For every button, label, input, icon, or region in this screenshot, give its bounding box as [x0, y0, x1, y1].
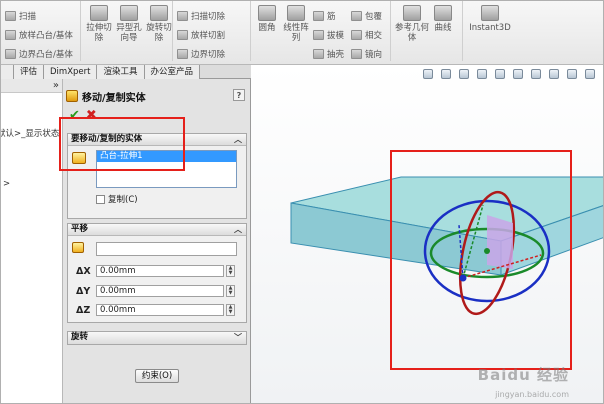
- shell-button[interactable]: 抽壳: [313, 48, 344, 60]
- panel-title: 移动/复制实体 ?: [66, 87, 247, 105]
- extrude-cut-button[interactable]: 拉伸切除: [85, 5, 113, 43]
- move-copy-body-panel: 移动/复制实体 ? ✔ ✖ 要移动/复制的实体 ︿ 凸台-拉伸1 复制(C) 平移…: [59, 79, 251, 403]
- boundary-cut-icon: [177, 49, 188, 59]
- help-icon[interactable]: ?: [233, 89, 245, 101]
- delta-x-spinner[interactable]: ▲ ▼: [226, 265, 235, 277]
- delta-z-input[interactable]: 0.00mm: [96, 304, 224, 316]
- reference-geometry-icon: [403, 5, 421, 21]
- wrap-button[interactable]: 包覆: [351, 10, 382, 22]
- command-manager-tabs: 评估 DimXpert 渲染工具 办公室产品: [1, 65, 251, 79]
- extrude-cut-icon: [90, 5, 108, 21]
- loft-icon: [5, 30, 16, 40]
- instant3d-icon: [481, 5, 499, 21]
- ribbon-group-boss: 扫描 放样凸台/基体 边界凸台/基体: [1, 1, 81, 61]
- rib-icon: [313, 11, 324, 21]
- ribbon-group-features: 圆角 线性阵列 筋 拔模 抽壳 包覆 相交 镜向: [251, 1, 391, 61]
- watermark-url: jingyan.baidu.com: [495, 390, 569, 399]
- move-copy-icon: [66, 90, 78, 102]
- features-ribbon: 扫描 放样凸台/基体 边界凸台/基体 拉伸切除 异型孔向导 旋转切除 扫描切除 …: [1, 1, 603, 65]
- hole-wizard-icon: [120, 5, 138, 21]
- boundary-boss-button[interactable]: 边界凸台/基体: [5, 48, 73, 60]
- highlight-annotation: [390, 150, 572, 370]
- translate-reference-icon: [72, 242, 84, 253]
- delta-y-spinner[interactable]: ▲ ▼: [226, 285, 235, 297]
- revolve-cut-icon: [150, 5, 168, 21]
- draft-icon: [313, 30, 324, 40]
- watermark-logo: Baidu 经验: [477, 366, 569, 384]
- revolve-cut-button[interactable]: 旋转切除: [145, 5, 173, 43]
- boundary-cut-button[interactable]: 边界切除: [177, 48, 225, 60]
- curves-button[interactable]: 曲线: [431, 5, 455, 33]
- copy-checkbox[interactable]: 复制(C): [96, 193, 138, 205]
- linear-pattern-button[interactable]: 线性阵列: [281, 5, 311, 43]
- delta-y-label: ΔY: [76, 286, 91, 297]
- sweep-icon: [5, 11, 16, 21]
- swept-cut-icon: [177, 11, 188, 21]
- tab-evaluate[interactable]: 评估: [14, 65, 45, 79]
- swept-cut-button[interactable]: 扫描切除: [177, 10, 225, 22]
- collapse-chevron-icon: ︿: [234, 225, 242, 234]
- tab-hidden[interactable]: [1, 65, 14, 79]
- intersect-button[interactable]: 相交: [351, 29, 382, 41]
- delta-x-label: ΔX: [76, 266, 91, 277]
- tree-display-state[interactable]: 默认>_显示状态: [1, 127, 59, 139]
- tab-render-tools[interactable]: 渲染工具: [97, 65, 145, 79]
- hole-wizard-button[interactable]: 异型孔向导: [115, 5, 143, 43]
- mirror-icon: [351, 49, 362, 59]
- curves-icon: [434, 5, 452, 21]
- tab-office-products[interactable]: 办公室产品: [144, 65, 201, 79]
- graphics-viewport[interactable]: Baidu 经验 jingyan.baidu.com: [251, 65, 603, 403]
- constraints-button[interactable]: 约束(O): [135, 369, 179, 383]
- rotate-group-header[interactable]: 旋转 ﹀: [68, 332, 246, 344]
- fillet-button[interactable]: 圆角: [255, 5, 279, 33]
- rotate-group: 旋转 ﹀: [67, 331, 247, 345]
- wrap-icon: [351, 11, 362, 21]
- shell-icon: [313, 49, 324, 59]
- lofted-cut-icon: [177, 30, 188, 40]
- highlight-annotation: [59, 117, 185, 171]
- loft-boss-button[interactable]: 放样凸台/基体: [5, 29, 73, 41]
- delta-z-spinner[interactable]: ▲ ▼: [226, 304, 235, 316]
- fillet-icon: [258, 5, 276, 21]
- delta-y-input[interactable]: 0.00mm: [96, 285, 224, 297]
- ribbon-group-cut2: 扫描切除 放样切割 边界切除: [173, 1, 251, 61]
- linear-pattern-icon: [287, 5, 305, 21]
- expand-chevron-icon: ﹀: [234, 333, 242, 342]
- collapse-chevron-icon: ︿: [234, 135, 242, 144]
- rib-button[interactable]: 筋: [313, 10, 336, 22]
- translate-group-header[interactable]: 平移 ︿: [68, 224, 246, 236]
- feature-tree-pane: » 默认>_显示状态 >: [1, 79, 63, 403]
- translate-reference-field[interactable]: [96, 242, 237, 256]
- lofted-cut-button[interactable]: 放样切割: [177, 29, 225, 41]
- delta-x-input[interactable]: 0.00mm: [96, 265, 224, 277]
- boundary-icon: [5, 49, 16, 59]
- draft-button[interactable]: 拔模: [313, 29, 344, 41]
- tree-collapse-button[interactable]: »: [1, 79, 62, 93]
- checkbox-box[interactable]: [96, 194, 105, 204]
- sweep-button[interactable]: 扫描: [5, 10, 36, 22]
- reference-geometry-button[interactable]: 参考几何体: [395, 5, 429, 43]
- ribbon-group-cut: 拉伸切除 异型孔向导 旋转切除: [81, 1, 173, 61]
- instant3d-button[interactable]: Instant3D: [469, 5, 511, 33]
- intersect-icon: [351, 30, 362, 40]
- mirror-button[interactable]: 镜向: [351, 48, 382, 60]
- delta-z-label: ΔZ: [76, 305, 91, 316]
- translate-group: 平移 ︿ ΔX 0.00mm ▲ ▼ ΔY 0.00mm ▲ ▼ ΔZ 0.00mm …: [67, 223, 247, 323]
- tab-dimxpert[interactable]: DimXpert: [44, 65, 98, 79]
- tree-expander[interactable]: >: [3, 179, 10, 189]
- app-window: 扫描 放样凸台/基体 边界凸台/基体 拉伸切除 异型孔向导 旋转切除 扫描切除 …: [0, 0, 604, 404]
- ribbon-group-ref: 参考几何体 曲线: [391, 1, 463, 61]
